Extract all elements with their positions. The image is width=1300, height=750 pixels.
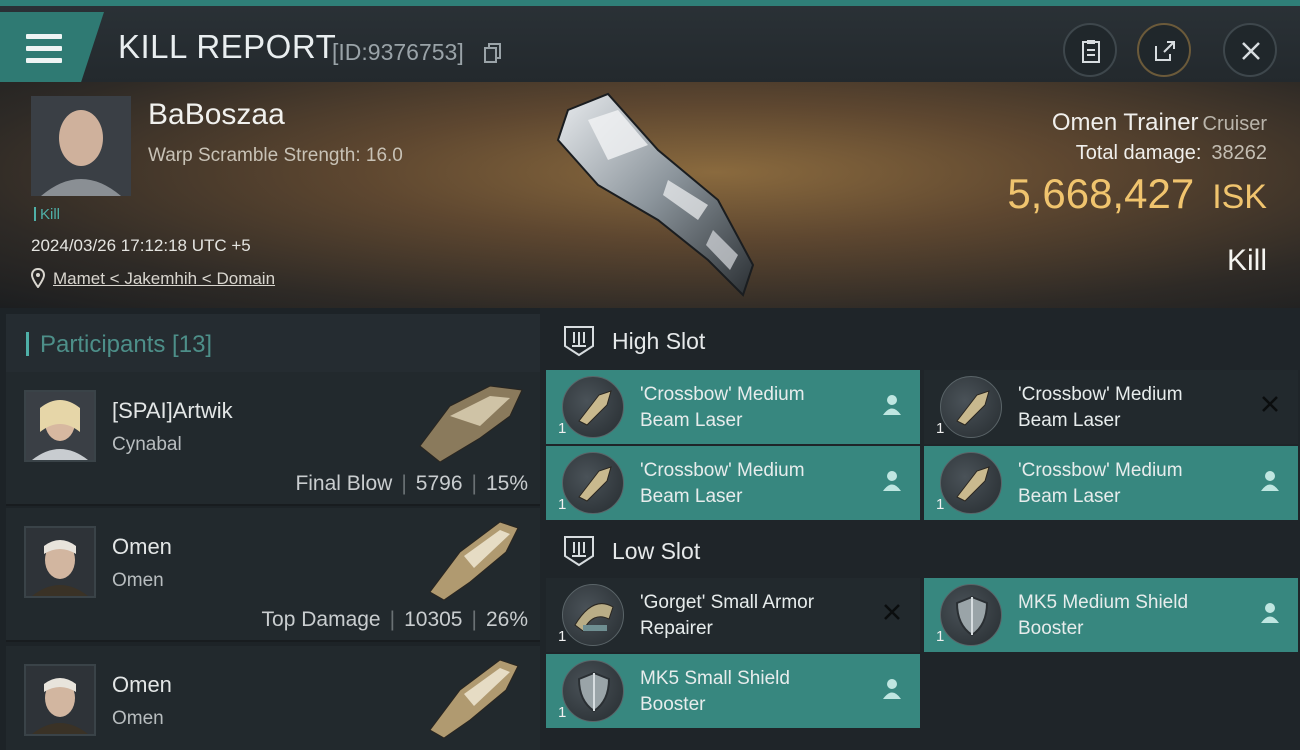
participant-percent: 15% [485,472,528,495]
victim-name[interactable]: BaBoszaa [148,98,285,132]
module-qty: 1 [558,496,567,513]
participant-percent: 26% [485,608,528,631]
module-name: MK5 Small Shield Booster [640,668,790,715]
high-slot-label: High Slot [612,328,706,354]
share-icon [1155,41,1175,61]
kill-tag: Kill [34,206,60,223]
isk-unit: ISK [1212,178,1267,216]
participant-ship: Cynabal [112,434,182,455]
module-item[interactable]: 1 'Crossbow' Medium Beam Laser [924,446,1298,520]
fitting-panel: High Slot 1 'Crossbow' Medium Beam Laser … [540,308,1300,750]
total-damage-value: 38262 [1211,142,1267,164]
beam-laser-icon [940,452,1002,514]
module-item[interactable]: 1 MK5 Medium Shield Booster [924,578,1298,652]
participant-role: Top Damage [261,608,381,631]
low-slot-header: Low Slot [546,520,1300,580]
avatar-image [31,96,131,196]
participant-row[interactable]: Omen Omen [6,646,540,750]
participant-stats: Top Damage | 10305 | 26% [261,608,528,631]
participant-ship: Omen [112,708,164,729]
destroyed-icon [1262,396,1278,412]
participant-ship: Omen [112,570,164,591]
destroyed-icon [884,604,900,620]
pilot-icon [1261,603,1279,623]
module-qty: 1 [936,496,945,513]
module-qty: 1 [936,628,945,645]
module-name: 'Crossbow' Medium Beam Laser [1018,460,1183,507]
isk-amount: 5,668,427 [1007,170,1195,217]
participant-name: Omen [112,534,172,559]
avatar [24,526,96,598]
participant-stats: Final Blow | 5796 | 15% [295,472,528,495]
warp-scramble-strength: Warp Scramble Strength: 16.0 [148,145,403,166]
shield-booster-icon [562,660,624,722]
share-button[interactable] [1137,23,1191,77]
module-name: 'Crossbow' Medium Beam Laser [640,460,805,507]
beam-laser-icon [940,376,1002,438]
isk-value: 5,668,427 ISK [1007,170,1267,218]
module-qty: 1 [558,628,567,645]
beam-laser-icon [562,452,624,514]
avatar [24,664,96,736]
menu-button[interactable] [0,12,104,82]
total-damage-label: Total damage: [1075,142,1202,164]
low-slot-icon [564,536,594,567]
victim-portrait[interactable] [31,96,131,196]
armor-repairer-icon [562,584,624,646]
report-id: [ID:9376753] [332,39,464,65]
ship-icon [429,521,519,601]
participant-row[interactable]: Omen Omen Top Damage | 10305 | 26% [6,508,540,642]
module-item[interactable]: 1 'Crossbow' Medium Beam Laser [546,370,920,444]
module-qty: 1 [558,420,567,437]
location-pin-icon [31,268,45,288]
ship-class: Cruiser [1202,113,1267,135]
page-title: KILL REPORT [118,28,337,65]
module-item[interactable]: 1 'Crossbow' Medium Beam Laser [546,446,920,520]
participant-damage: 10305 [404,608,463,631]
participants-panel: Participants [13] [SPAI]Artwik Cynabal F… [0,308,540,750]
ship-icon [419,385,523,463]
high-slot-header: High Slot [546,310,1300,370]
ship-render[interactable] [548,90,768,300]
participant-name: Omen [112,672,172,697]
total-damage: Total damage: 38262 [1076,142,1267,165]
pilot-icon [883,679,901,699]
shield-booster-icon [940,584,1002,646]
hamburger-icon [26,34,62,64]
result-label: Kill [1226,244,1267,277]
participant-name: [SPAI]Artwik [112,398,233,423]
ship-type[interactable]: Omen Trainer Cruiser [1052,109,1267,137]
module-item[interactable]: 1 MK5 Small Shield Booster [546,654,920,728]
copy-icon[interactable] [484,43,502,63]
high-slot-icon [564,326,594,357]
participants-title: Participants [13] [40,331,213,358]
module-name: 'Crossbow' Medium Beam Laser [640,384,805,431]
participant-role: Final Blow [295,472,393,495]
low-slot-label: Low Slot [612,538,701,564]
module-qty: 1 [558,704,567,721]
module-item[interactable]: 1 'Gorget' Small Armor Repairer [546,578,920,652]
module-qty: 1 [936,420,945,437]
participant-damage: 5796 [415,472,463,495]
kill-datetime: 2024/03/26 17:12:18 UTC +5 [31,236,251,255]
clipboard-button[interactable] [1063,23,1117,77]
beam-laser-icon [562,376,624,438]
ship-icon [429,659,519,739]
clipboard-icon [1082,40,1100,63]
location-link[interactable]: Mamet < Jakemhih < Domain [53,269,275,289]
participants-header: Participants [13] [6,314,540,372]
close-button[interactable] [1223,23,1277,77]
pilot-icon [883,471,901,491]
module-name: 'Crossbow' Medium Beam Laser [1018,384,1183,431]
avatar [24,390,96,462]
pilot-icon [1261,471,1279,491]
top-bar: KILL REPORT [ID:9376753] [0,0,1300,82]
module-name: 'Gorget' Small Armor Repairer [640,592,815,639]
participant-row[interactable]: [SPAI]Artwik Cynabal Final Blow | 5796 | 15% [6,372,540,506]
module-name: MK5 Medium Shield Booster [1018,592,1189,639]
ship-name: Omen Trainer [1051,109,1199,136]
pilot-icon [883,395,901,415]
close-icon [1242,42,1260,60]
module-item[interactable]: 1 'Crossbow' Medium Beam Laser [924,370,1298,444]
